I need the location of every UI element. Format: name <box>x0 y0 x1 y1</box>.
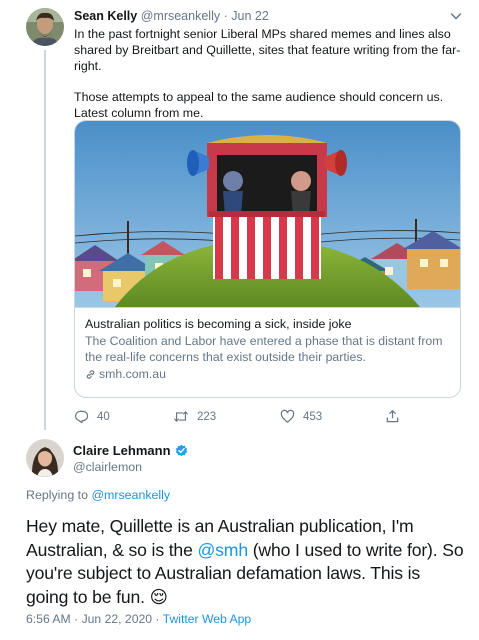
avatar-claire-lehmann[interactable] <box>26 439 64 477</box>
tweet-date[interactable]: Jun 22 <box>231 9 269 23</box>
avatar-sean-kelly[interactable] <box>26 8 64 46</box>
replying-to-mention[interactable]: @mrseankelly <box>91 488 170 502</box>
card-meta: Australian politics is becoming a sick, … <box>75 307 460 397</box>
tweet-time[interactable]: 6:56 AM <box>26 612 71 626</box>
chevron-down-icon[interactable] <box>448 8 464 24</box>
replying-to-label: Replying to <box>26 488 92 502</box>
parent-tweet: Sean Kelly @mrseankelly · Jun 22 In the … <box>0 0 479 432</box>
tweet-source-link[interactable]: Twitter Web App <box>163 612 252 626</box>
tweet-paragraph-2: Those attempts to appeal to the same aud… <box>74 89 444 120</box>
reply-icon <box>75 410 89 424</box>
like-count: 453 <box>303 410 323 423</box>
reply-author-handle[interactable]: @clairlemon <box>73 460 142 474</box>
tweet-paragraph-1: In the past fortnight senior Liberal MPs… <box>74 27 461 73</box>
card-domain: smh.com.au <box>99 367 166 381</box>
thread-connector-line <box>44 50 46 430</box>
replying-to-line: Replying to @mrseankelly <box>26 488 170 502</box>
reply-button[interactable]: 40 <box>74 409 110 424</box>
verified-badge-icon <box>175 444 187 457</box>
share-icon <box>386 410 399 423</box>
retweet-count: 223 <box>197 410 217 423</box>
smh-mention-link[interactable]: @smh <box>197 540 248 560</box>
share-button[interactable] <box>385 409 400 424</box>
reply-author-name-row: Claire Lehmann <box>73 443 188 458</box>
tweet-timestamp-row: 6:56 AM · Jun 22, 2020 · Twitter Web App <box>26 612 251 626</box>
link-icon <box>86 369 95 379</box>
reply-tweet-body: Hey mate, Quillette is an Australian pub… <box>26 515 466 609</box>
tweet-body: In the past fortnight senior Liberal MPs… <box>74 27 466 121</box>
retweet-icon <box>173 411 189 422</box>
like-button[interactable]: 453 <box>280 409 322 424</box>
retweet-button[interactable]: 223 <box>173 409 216 424</box>
card-description: The Coalition and Labor have entered a p… <box>85 334 443 364</box>
reply-count: 40 <box>97 410 110 423</box>
meta-separator-1: · <box>70 612 82 626</box>
card-domain-row: smh.com.au <box>85 366 450 382</box>
tweet-full-date[interactable]: Jun 22, 2020 <box>82 612 152 626</box>
author-name[interactable]: Sean Kelly <box>74 9 137 23</box>
author-handle[interactable]: @mrseankelly <box>141 9 220 23</box>
link-preview-card[interactable]: Australian politics is becoming a sick, … <box>74 120 461 398</box>
header-separator: · <box>223 9 228 23</box>
card-title: Australian politics is becoming a sick, … <box>85 317 352 331</box>
tweet-header: Sean Kelly @mrseankelly · Jun 22 <box>74 9 269 23</box>
meta-separator-2: · <box>152 612 163 626</box>
reply-author-name[interactable]: Claire Lehmann <box>73 443 171 458</box>
card-illustration <box>75 121 460 307</box>
relieved-face-emoji: 😌 <box>149 586 168 607</box>
heart-icon <box>280 409 295 423</box>
